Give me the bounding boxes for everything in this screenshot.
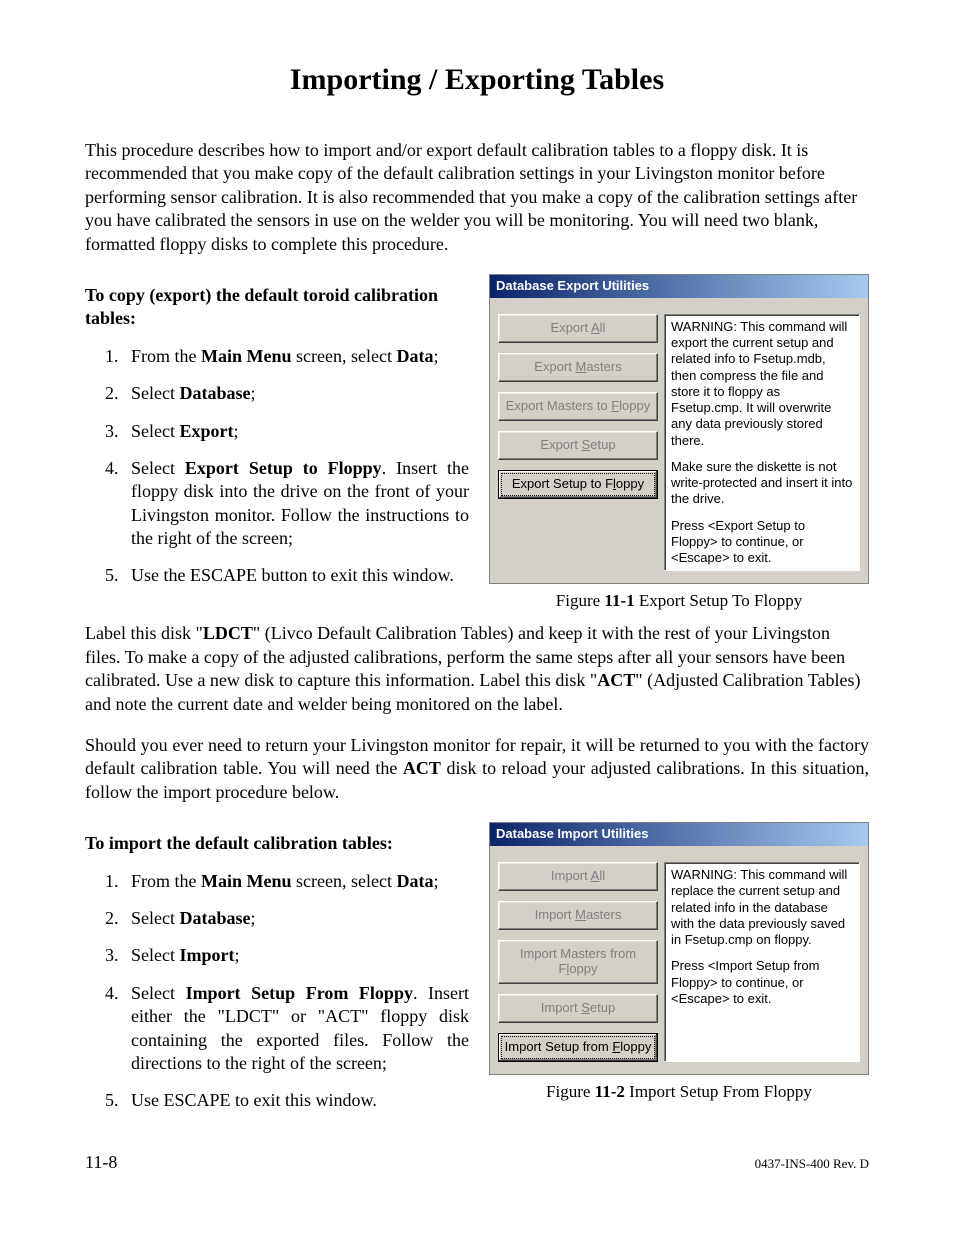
export-button-3[interactable]: Export Setup — [498, 431, 658, 460]
step-item: Select Import Setup From Floppy. Insert … — [123, 982, 469, 1076]
step-item: Select Import; — [123, 944, 469, 967]
panel-text: Press <Export Setup to Floppy> to contin… — [671, 518, 853, 567]
mid-paragraph-2: Should you ever need to return your Livi… — [85, 734, 869, 804]
import-heading: To import the default calibration tables… — [85, 832, 469, 855]
step-item: Select Database; — [123, 382, 469, 405]
figure-1-caption: Figure 11-1 Export Setup To Floppy — [489, 590, 869, 612]
export-dialog-panel: WARNING: This command will export the cu… — [664, 314, 860, 572]
step-item: From the Main Menu screen, select Data; — [123, 870, 469, 893]
export-heading: To copy (export) the default toroid cali… — [85, 284, 469, 331]
step-item: Select Export Setup to Floppy. Insert th… — [123, 457, 469, 551]
export-steps-list: From the Main Menu screen, select Data; S… — [85, 345, 469, 588]
page-footer: 11-8 0437-INS-400 Rev. D — [85, 1151, 869, 1174]
export-button-0[interactable]: Export All — [498, 314, 658, 343]
doc-id: 0437-INS-400 Rev. D — [755, 1156, 869, 1173]
import-button-3[interactable]: Import Setup — [498, 994, 658, 1023]
export-dialog: Database Export Utilities Export All Expo… — [489, 274, 869, 584]
export-button-4[interactable]: Export Setup to Floppy — [498, 470, 658, 499]
step-item: Use the ESCAPE button to exit this windo… — [123, 564, 469, 587]
figure-2-caption: Figure 11-2 Import Setup From Floppy — [489, 1081, 869, 1103]
step-item: From the Main Menu screen, select Data; — [123, 345, 469, 368]
import-button-2[interactable]: Import Masters from Floppy — [498, 940, 658, 984]
export-dialog-title: Database Export Utilities — [490, 275, 868, 298]
import-button-4[interactable]: Import Setup from Floppy — [498, 1033, 658, 1062]
page-title: Importing / Exporting Tables — [85, 60, 869, 99]
export-button-2[interactable]: Export Masters to Floppy — [498, 392, 658, 421]
import-dialog: Database Import Utilities Import All Impo… — [489, 822, 869, 1075]
step-item: Select Export; — [123, 420, 469, 443]
import-steps-list: From the Main Menu screen, select Data; S… — [85, 870, 469, 1113]
step-item: Select Database; — [123, 907, 469, 930]
panel-text: Make sure the diskette is not write-prot… — [671, 459, 853, 508]
import-dialog-title: Database Import Utilities — [490, 823, 868, 846]
page-number: 11-8 — [85, 1151, 117, 1174]
mid-paragraph-1: Label this disk "LDCT" (Livco Default Ca… — [85, 622, 869, 716]
intro-paragraph: This procedure describes how to import a… — [85, 139, 869, 256]
import-button-0[interactable]: Import All — [498, 862, 658, 891]
step-item: Use ESCAPE to exit this window. — [123, 1089, 469, 1112]
export-button-1[interactable]: Export Masters — [498, 353, 658, 382]
panel-text: WARNING: This command will replace the c… — [671, 867, 853, 948]
import-button-1[interactable]: Import Masters — [498, 901, 658, 930]
panel-text: WARNING: This command will export the cu… — [671, 319, 853, 449]
panel-text: Press <Import Setup from Floppy> to cont… — [671, 958, 853, 1007]
import-dialog-panel: WARNING: This command will replace the c… — [664, 862, 860, 1062]
